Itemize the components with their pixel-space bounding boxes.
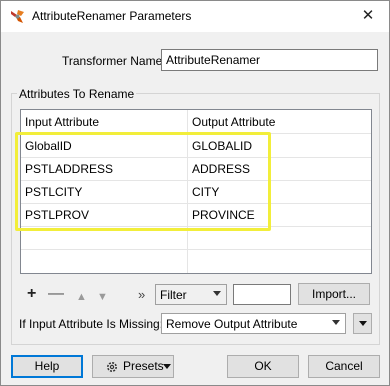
- input-attribute-cell[interactable]: GlobalID: [21, 135, 72, 157]
- close-button[interactable]: ✕: [349, 3, 387, 29]
- more-options-icon[interactable]: »: [138, 287, 145, 303]
- attributes-table[interactable]: Input Attribute Output Attribute GlobalI…: [20, 109, 372, 274]
- table-row[interactable]: PSTLADDRESS ADDRESS: [21, 158, 371, 181]
- table-row[interactable]: PSTLPROV PROVINCE: [21, 204, 371, 227]
- import-label: Import...: [311, 287, 356, 301]
- table-row-empty[interactable]: [21, 227, 371, 250]
- import-button[interactable]: Import...: [298, 283, 370, 305]
- missing-attribute-value: Remove Output Attribute: [166, 317, 298, 331]
- cancel-label: Cancel: [325, 359, 363, 373]
- missing-attribute-label: If Input Attribute Is Missing:: [19, 317, 164, 331]
- input-attribute-cell[interactable]: PSTLCITY: [21, 181, 82, 203]
- transformer-name-value: AttributeRenamer: [166, 53, 261, 67]
- triangle-down-icon: [359, 321, 367, 326]
- table-row[interactable]: GlobalID GLOBALID: [21, 135, 371, 158]
- window-title: AttributeRenamer Parameters: [32, 9, 192, 23]
- title-bar: AttributeRenamer Parameters ✕: [1, 1, 389, 32]
- output-attribute-cell[interactable]: CITY: [188, 181, 219, 203]
- chevron-down-icon: [213, 291, 221, 296]
- ok-label: OK: [254, 359, 272, 373]
- missing-attribute-menu-button[interactable]: [353, 313, 372, 334]
- attributes-group-title: Attributes To Rename: [17, 87, 137, 101]
- remove-row-icon[interactable]: —: [48, 286, 64, 302]
- presets-label: Presets: [123, 359, 164, 373]
- output-attribute-cell[interactable]: GLOBALID: [188, 135, 252, 157]
- input-attribute-cell[interactable]: PSTLADDRESS: [21, 158, 113, 180]
- transformer-name-input[interactable]: AttributeRenamer: [161, 49, 378, 71]
- add-row-icon[interactable]: +: [27, 286, 36, 302]
- fme-transformer-icon: [11, 10, 24, 23]
- ok-button[interactable]: OK: [227, 355, 299, 378]
- input-attribute-cell[interactable]: PSTLPROV: [21, 204, 89, 226]
- chevron-down-icon: [332, 320, 340, 325]
- filter-value: Filter: [160, 288, 187, 302]
- table-header: Input Attribute Output Attribute: [21, 110, 371, 134]
- cancel-button[interactable]: Cancel: [308, 355, 380, 378]
- output-attribute-cell[interactable]: PROVINCE: [188, 204, 255, 226]
- dialog-window: AttributeRenamer Parameters ✕ Transforme…: [0, 0, 390, 386]
- caret-down-icon: [163, 364, 171, 369]
- move-up-icon[interactable]: ▲: [76, 289, 87, 305]
- help-label: Help: [34, 359, 60, 373]
- move-down-icon[interactable]: ▼: [97, 289, 108, 305]
- column-header-input[interactable]: Input Attribute: [21, 110, 99, 134]
- close-icon: ✕: [361, 7, 375, 24]
- output-attribute-cell[interactable]: ADDRESS: [188, 158, 250, 180]
- column-header-output[interactable]: Output Attribute: [188, 110, 275, 134]
- table-row[interactable]: PSTLCITY CITY: [21, 181, 371, 204]
- filter-dropdown[interactable]: Filter: [155, 284, 227, 305]
- filter-input[interactable]: [233, 284, 291, 305]
- gear-icon: [107, 362, 117, 372]
- missing-attribute-dropdown[interactable]: Remove Output Attribute: [161, 313, 346, 334]
- help-button[interactable]: Help: [11, 355, 83, 378]
- presets-button[interactable]: Presets: [92, 355, 174, 378]
- transformer-name-label: Transformer Name:: [62, 54, 166, 68]
